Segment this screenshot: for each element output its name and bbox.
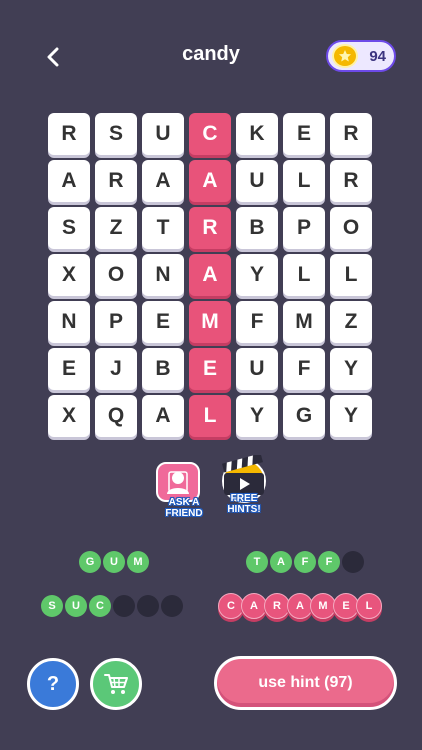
letter-tile[interactable]: R (48, 113, 90, 155)
shop-button[interactable] (90, 658, 142, 710)
letter-tile[interactable]: U (236, 348, 278, 390)
use-hint-button[interactable]: use hint (97) (214, 656, 397, 710)
letter-slot: U (103, 551, 125, 573)
free-hints-label-line2: HINTS! (227, 504, 261, 515)
letter-tile[interactable]: S (48, 207, 90, 249)
letter-tile[interactable]: E (189, 348, 231, 390)
letter-tile[interactable]: M (283, 301, 325, 343)
letter-tile[interactable]: R (189, 207, 231, 249)
letter-tile[interactable]: Z (330, 301, 372, 343)
ask-friend-label-line1: ASK A (168, 497, 200, 508)
letter-tile[interactable]: B (142, 348, 184, 390)
help-label: ? (46, 672, 60, 695)
letter-tile[interactable]: G (283, 395, 325, 437)
letter-tile[interactable]: K (236, 113, 278, 155)
word-caramel: C A R A M E L (218, 593, 382, 619)
letter-tile[interactable]: Y (236, 254, 278, 296)
letter-tile[interactable]: M (189, 301, 231, 343)
letter-tile[interactable]: N (48, 301, 90, 343)
letter-tile[interactable]: Y (330, 348, 372, 390)
letter-tile[interactable]: F (283, 348, 325, 390)
letter-tile[interactable]: A (189, 254, 231, 296)
letter-tile[interactable]: X (48, 395, 90, 437)
letter-slot: F (318, 551, 340, 573)
letter-tile[interactable]: U (142, 113, 184, 155)
free-hints-button[interactable]: FREE HINTS! (214, 455, 274, 515)
letter-tile[interactable]: A (142, 395, 184, 437)
ask-friend-button[interactable]: ASK A FRIEND (154, 459, 214, 519)
letter-slot: U (65, 595, 87, 617)
coin-counter[interactable]: 94 (326, 40, 396, 72)
letter-tile[interactable]: C (189, 113, 231, 155)
letter-tile[interactable]: L (283, 160, 325, 202)
letter-tile[interactable]: E (48, 348, 90, 390)
letter-slot-empty (161, 595, 183, 617)
letter-slot: G (79, 551, 101, 573)
letter-slot-empty (342, 551, 364, 573)
coin-icon (332, 44, 358, 68)
letter-slot-empty (137, 595, 159, 617)
letter-slot: F (294, 551, 316, 573)
ask-friend-label-line2: FRIEND (165, 508, 203, 519)
letter-tile[interactable]: O (330, 207, 372, 249)
letter-tile[interactable]: Q (95, 395, 137, 437)
letter-tile[interactable]: L (283, 254, 325, 296)
free-hints-label-line1: FREE (230, 493, 258, 504)
letter-slot: L (356, 593, 382, 619)
cart-icon (104, 674, 128, 694)
letter-slot: T (246, 551, 268, 573)
letter-tile[interactable]: B (236, 207, 278, 249)
letter-tile[interactable]: L (330, 254, 372, 296)
ask-friend-icon (156, 462, 200, 502)
letter-tile[interactable]: X (48, 254, 90, 296)
word-sucker: S U C (41, 595, 183, 617)
letter-tile[interactable]: R (330, 113, 372, 155)
letter-slot-empty (113, 595, 135, 617)
coin-count: 94 (369, 48, 386, 65)
letter-tile[interactable]: N (142, 254, 184, 296)
letter-tile[interactable]: A (48, 160, 90, 202)
letter-slot: A (270, 551, 292, 573)
letter-tile[interactable]: P (95, 301, 137, 343)
letter-tile[interactable]: R (330, 160, 372, 202)
letter-tile[interactable]: R (95, 160, 137, 202)
word-taffy: T A F F (246, 551, 364, 573)
help-button[interactable]: ? (27, 658, 79, 710)
letter-slot: C (89, 595, 111, 617)
letter-tile[interactable]: J (95, 348, 137, 390)
letter-tile[interactable]: F (236, 301, 278, 343)
letter-tile[interactable]: S (95, 113, 137, 155)
letter-tile[interactable]: Y (330, 395, 372, 437)
word-gum: G U M (79, 551, 149, 573)
person-icon (167, 471, 189, 494)
letter-tile[interactable]: Y (236, 395, 278, 437)
letter-tile[interactable]: U (236, 160, 278, 202)
star-icon (339, 50, 351, 62)
letter-slot: M (127, 551, 149, 573)
letter-tile[interactable]: Z (95, 207, 137, 249)
letter-tile[interactable]: O (95, 254, 137, 296)
letter-tile[interactable]: A (189, 160, 231, 202)
letter-slot: S (41, 595, 63, 617)
letter-grid[interactable]: RSUCKERARAAULRSZTRBPOXONAYLLNPEMFMZEJBEU… (48, 113, 374, 437)
letter-tile[interactable]: T (142, 207, 184, 249)
letter-tile[interactable]: E (283, 113, 325, 155)
letter-tile[interactable]: A (142, 160, 184, 202)
letter-tile[interactable]: E (142, 301, 184, 343)
letter-tile[interactable]: P (283, 207, 325, 249)
letter-tile[interactable]: L (189, 395, 231, 437)
